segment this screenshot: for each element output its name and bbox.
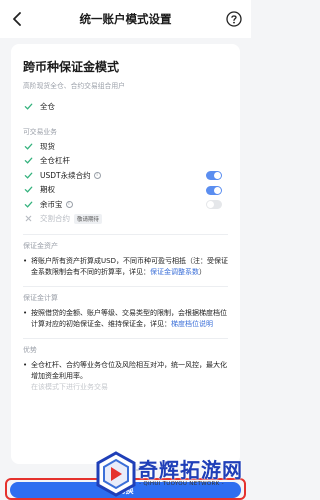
check-icon (23, 141, 33, 151)
assets-tail: ） (199, 268, 206, 276)
assets-title: 保证金资产 (23, 242, 58, 250)
page-title: 统一账户模式设置 (79, 12, 172, 26)
coming-soon-badge: 敬请期待 (74, 213, 103, 224)
advantage-title: 优势 (23, 346, 37, 354)
advantage-text: 全仓杠杆、合约等业务仓位及风险相互对冲，统一风控，最大化增加资金利用率。 (31, 361, 227, 380)
business-item-label: USDT永续合约 (40, 170, 91, 180)
business-item-label: 全仓杠杆 (40, 156, 70, 166)
assets-bullet: • 将账户所有资产折算成USD，不同币种可盈亏相抵（注：受保证金系数限制会有不同… (23, 257, 228, 276)
mode-subtitle: 高阶现货全仓、合约交易组合用户 (23, 82, 125, 90)
page-indicator (0, 469, 251, 471)
top-bar: 统一账户模式设置 (0, 0, 251, 38)
calc-title: 保证金计算 (23, 294, 58, 302)
tier-info-link[interactable]: 梯度档位说明 (171, 320, 213, 328)
business-section-label: 可交易业务 (23, 128, 57, 136)
divider (23, 286, 228, 287)
business-item-cross-margin: 全仓杠杆 (23, 154, 228, 169)
margin-type-row: 全仓 (23, 99, 228, 114)
business-item-label: 现货 (40, 141, 55, 151)
check-icon (23, 199, 33, 209)
page-dot (136, 469, 140, 471)
highlight-box: 切换 (5, 478, 246, 500)
business-item-futures: 交割合约 敬请期待 (23, 212, 228, 227)
usdt-perp-toggle[interactable] (206, 171, 222, 180)
check-icon (23, 170, 33, 180)
margin-coefficient-link[interactable]: 保证金调整系数 (150, 268, 199, 276)
savings-toggle[interactable] (206, 200, 222, 209)
check-icon (23, 102, 33, 112)
divider (23, 234, 228, 235)
advantage-bullet: • 全仓杠杆、合约等业务仓位及风险相互对冲，统一风控，最大化增加资金利用率。 (23, 361, 227, 380)
page-dot-active (118, 469, 126, 471)
calc-bullet: • 按照借贷的金额、账户等级、交易类型的限制，会根据梯度档位计算对应的初始保证金… (23, 309, 227, 328)
business-item-label: 余币宝 (40, 199, 63, 209)
business-item-options: 期权 (23, 183, 228, 198)
divider (23, 338, 228, 339)
help-circle-icon[interactable] (225, 10, 243, 28)
info-icon[interactable]: i (65, 200, 73, 208)
mode-title: 跨币种保证金模式 (23, 60, 120, 74)
options-toggle[interactable] (206, 185, 222, 195)
margin-type-label: 全仓 (40, 102, 55, 111)
business-item-label: 交割合约 (40, 214, 70, 224)
check-icon (23, 156, 33, 166)
mode-card: 跨币种保证金模式 高阶现货全仓、合约交易组合用户 全仓 可交易业务 现货 全仓杠… (11, 44, 240, 464)
page-dot (129, 469, 133, 471)
business-item-savings: 余币宝 i (23, 197, 228, 212)
advantage-bullet-2: 在该模式下进行业务交易 (23, 382, 228, 393)
cross-icon (23, 214, 33, 224)
business-item-usdt-perp: USDT永续合约 i (23, 168, 228, 183)
page-dot (111, 469, 115, 471)
business-item-label: 期权 (40, 185, 55, 195)
check-icon (23, 185, 33, 195)
business-item-spot: 现货 (23, 139, 228, 154)
switch-button[interactable]: 切换 (10, 482, 241, 498)
info-icon[interactable]: i (93, 171, 101, 179)
advantage-text-2: 在该模式下进行业务交易 (31, 383, 108, 391)
